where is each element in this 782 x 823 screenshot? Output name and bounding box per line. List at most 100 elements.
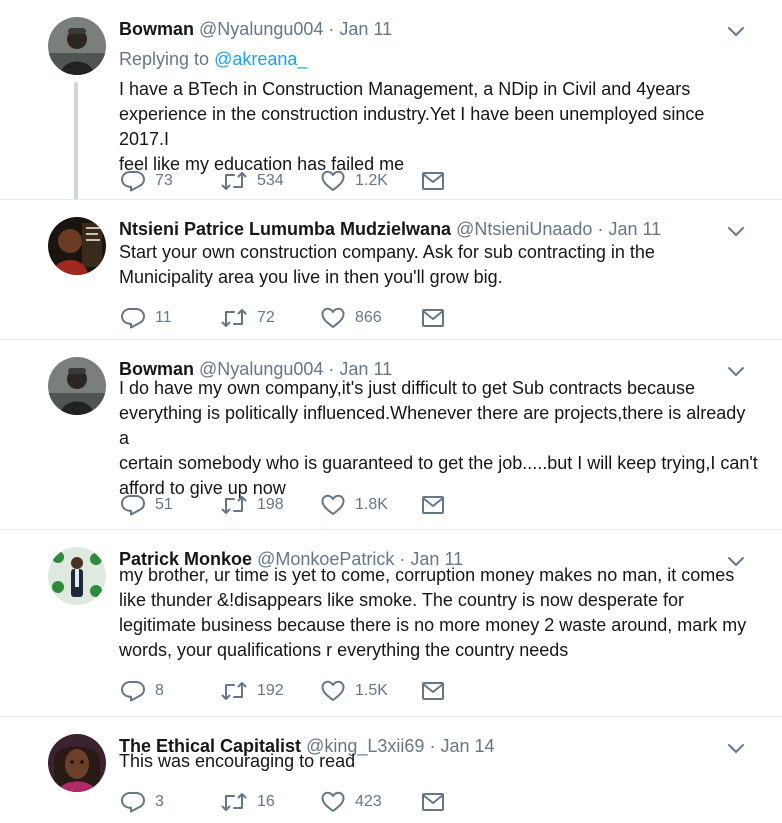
reply-icon (121, 308, 145, 329)
tweet-actions: 73 534 1.2K (121, 169, 445, 193)
tweet-text-line: words, your qualifications r everything … (119, 640, 569, 660)
reply-count: 11 (155, 309, 172, 326)
tweet-text: Start your own construction company. Ask… (119, 240, 759, 290)
tweet-text-line: certain somebody who is guaranteed to ge… (119, 453, 758, 473)
replying-to-link[interactable]: @akreana_ (214, 49, 307, 69)
retweet-button[interactable]: 16 (221, 791, 321, 813)
envelope-icon (422, 496, 444, 514)
reply-count: 3 (155, 793, 164, 810)
retweet-count: 192 (257, 682, 284, 699)
tweet[interactable]: Patrick Monkoe @MonkoePatrick · Jan 11 m… (0, 530, 782, 717)
author-handle[interactable]: @Nyalungu004 (199, 19, 323, 39)
like-count: 423 (355, 793, 382, 810)
like-count: 1.8K (355, 496, 388, 513)
envelope-icon (422, 682, 444, 700)
like-button[interactable]: 423 (321, 791, 421, 813)
reply-count: 8 (155, 682, 164, 699)
retweet-button[interactable]: 192 (221, 680, 321, 702)
avatar[interactable] (48, 734, 106, 792)
tweet-actions: 11 72 866 (121, 306, 445, 330)
tweet-text: I do have my own company,it's just diffi… (119, 376, 759, 501)
tweet-text-line: everything is politically influenced.Whe… (119, 403, 746, 448)
tweet-text-line: my brother, ur time is yet to come, corr… (119, 565, 735, 585)
envelope-icon (422, 172, 444, 190)
tweet-text-line: I have a BTech in Construction Managemen… (119, 79, 691, 99)
reply-count: 73 (155, 172, 173, 189)
tweet-text-line: This was encouraging to read (119, 751, 356, 771)
retweet-button[interactable]: 198 (221, 494, 321, 516)
avatar[interactable] (48, 17, 106, 75)
envelope-icon (422, 309, 444, 327)
tweet-text-line: like thunder &!disappears like smoke. Th… (119, 590, 684, 610)
like-button[interactable]: 1.2K (321, 170, 421, 192)
reply-icon (121, 171, 145, 192)
like-count: 1.5K (355, 682, 388, 699)
retweet-icon (221, 496, 247, 514)
reply-button[interactable]: 3 (121, 791, 221, 813)
tweet-text: I have a BTech in Construction Managemen… (119, 77, 759, 177)
direct-message-button[interactable] (421, 792, 445, 812)
reply-button[interactable]: 73 (121, 170, 221, 192)
timestamp[interactable]: Jan 11 (339, 19, 392, 39)
heart-icon (321, 494, 345, 515)
tweet[interactable]: Bowman @Nyalungu004 · Jan 11 I do have m… (0, 340, 782, 530)
heart-icon (321, 307, 345, 328)
avatar[interactable] (48, 217, 106, 275)
reply-count: 51 (155, 496, 173, 513)
heart-icon (321, 680, 345, 701)
separator-dot: · (597, 219, 604, 239)
heart-icon (321, 170, 345, 191)
like-button[interactable]: 1.8K (321, 494, 421, 516)
tweet-actions: 8 192 1.5K (121, 679, 445, 703)
retweet-button[interactable]: 72 (221, 307, 321, 329)
reply-icon (121, 495, 145, 516)
author-handle[interactable]: @NtsieniUnaado (456, 219, 592, 239)
retweet-count: 534 (257, 172, 284, 189)
tweet-actions: 3 16 423 (121, 790, 445, 814)
heart-icon (321, 791, 345, 812)
reply-feed: Bowman @Nyalungu004 · Jan 11 Replying to… (0, 0, 782, 823)
retweet-icon (221, 309, 247, 327)
tweet-text-line: legitimate business because there is no … (119, 615, 747, 635)
retweet-count: 198 (257, 496, 284, 513)
tweet[interactable]: Ntsieni Patrice Lumumba Mudzielwana @Nts… (0, 200, 782, 340)
avatar[interactable] (48, 357, 106, 415)
tweet[interactable]: The Ethical Capitalist @king_L3xii69 · J… (0, 717, 782, 823)
tweet-text: This was encouraging to read (119, 749, 759, 774)
thread-line (74, 82, 78, 200)
separator-dot: · (328, 19, 335, 39)
envelope-icon (422, 793, 444, 811)
tweet[interactable]: Bowman @Nyalungu004 · Jan 11 Replying to… (0, 0, 782, 200)
chevron-down-icon[interactable] (726, 24, 746, 38)
like-count: 866 (355, 309, 382, 326)
timestamp[interactable]: Jan 11 (608, 219, 661, 239)
like-button[interactable]: 866 (321, 307, 421, 329)
like-count: 1.2K (355, 172, 388, 189)
avatar[interactable] (48, 547, 106, 605)
retweet-icon (221, 172, 247, 190)
direct-message-button[interactable] (421, 495, 445, 515)
direct-message-button[interactable] (421, 681, 445, 701)
retweet-icon (221, 682, 247, 700)
author-name[interactable]: Bowman (119, 19, 194, 39)
reply-button[interactable]: 8 (121, 680, 221, 702)
chevron-down-icon[interactable] (726, 224, 746, 238)
tweet-text-line: I do have my own company,it's just diffi… (119, 378, 696, 398)
direct-message-button[interactable] (421, 171, 445, 191)
retweet-icon (221, 793, 247, 811)
direct-message-button[interactable] (421, 308, 445, 328)
retweet-button[interactable]: 534 (221, 170, 321, 192)
like-button[interactable]: 1.5K (321, 680, 421, 702)
replying-to: Replying to @akreana_ (119, 48, 307, 70)
reply-icon (121, 681, 145, 702)
author-name[interactable]: Ntsieni Patrice Lumumba Mudzielwana (119, 219, 451, 239)
replying-prefix: Replying to (119, 49, 215, 69)
tweet-text-line: experience in the construction industry.… (119, 104, 705, 149)
tweet-text-line: Start your own construction company. Ask… (119, 242, 655, 262)
reply-icon (121, 792, 145, 813)
reply-button[interactable]: 51 (121, 494, 221, 516)
retweet-count: 16 (257, 793, 275, 810)
tweet-text-line: Municipality area you live in then you'l… (119, 267, 503, 287)
tweet-actions: 51 198 1.8K (121, 493, 445, 517)
reply-button[interactable]: 11 (121, 307, 221, 329)
